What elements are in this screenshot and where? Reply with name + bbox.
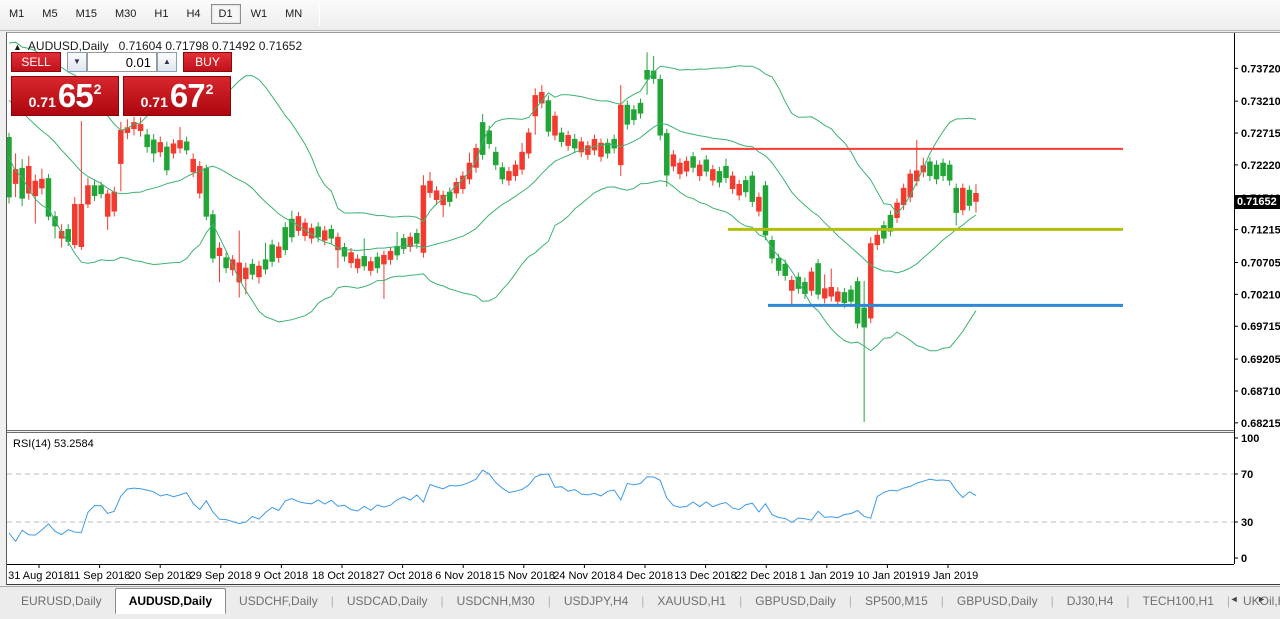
volume-decrement-button[interactable]: ▼ [67,52,87,72]
tab-tech100-h1[interactable]: TECH100,H1 [1130,590,1227,613]
buy-price-prefix: 0.71 [140,94,168,110]
axis-label: 0.73720 [1241,63,1280,75]
axis-label: 9 Oct 2018 [254,570,308,582]
volume-input[interactable]: 0.01 [87,52,157,72]
axis-label: 0.70705 [1241,257,1280,269]
tab-scroll-arrows[interactable]: ◄ ► [1230,594,1274,604]
tab-xauusd-h1[interactable]: XAUUSD,H1 [644,590,739,613]
axis-label: 27 Oct 2018 [373,570,433,582]
tab-gbpusd-daily[interactable]: GBPUSD,Daily [944,590,1051,613]
sell-price-prefix: 0.71 [28,94,56,110]
tab-audusd-daily[interactable]: AUDUSD,Daily [114,588,227,614]
chart-tab-bar: EURUSD,Daily AUDUSD,Daily USDCHF,Daily | USD… [0,586,1280,619]
chart-window[interactable]: 0.737200.732100.727150.722200.717100.712… [6,32,1280,585]
current-price-tag: 0.71652 [1234,195,1280,209]
axis-label: 0.72220 [1241,160,1280,172]
chevron-down-icon: ▼ [73,57,81,66]
axis-label: 100 [1241,433,1259,445]
axis-label: 70 [1241,469,1253,481]
axis-label: 0.71215 [1241,225,1280,237]
one-click-trading-panel: SELL ▼ 0.01 ▲ BUY 0.71 65 2 0.71 67 2 [11,50,232,145]
tab-usdcad-daily[interactable]: USDCAD,Daily [334,590,441,613]
sell-price-pips: 65 [57,77,94,114]
axis-label: 1 Jan 2019 [800,570,854,582]
timeframe-button-m30[interactable]: M30 [107,4,144,24]
buy-price-point: 2 [205,81,214,97]
tab-eurusd-daily[interactable]: EURUSD,Daily [8,590,115,613]
chevron-up-icon: ▲ [163,57,171,66]
sell-price-display[interactable]: 0.71 65 2 [11,76,119,116]
axis-label: 0.68710 [1241,386,1280,398]
toolbar-separator [319,4,321,26]
timeframe-button-m15[interactable]: M15 [68,4,105,24]
timeframe-button-mn[interactable]: MN [277,4,310,24]
axis-label: 15 Nov 2018 [493,570,555,582]
axis-label: 29 Sep 2018 [190,570,252,582]
axis-label: 0.72715 [1241,128,1280,140]
axis-label: 13 Dec 2018 [674,570,736,582]
chart-tabs: EURUSD,Daily AUDUSD,Daily USDCHF,Daily | USD… [8,588,1280,614]
tab-usdjpy-h4[interactable]: USDJPY,H4 [551,590,641,613]
timeframe-button-d1[interactable]: D1 [210,4,241,24]
axis-label: 24 Nov 2018 [553,570,615,582]
timeframe-button-h4[interactable]: H4 [178,4,208,24]
timeframe-button-w1[interactable]: W1 [243,4,276,24]
rsi-indicator-label: RSI(14) 53.2584 [13,438,94,450]
buy-price-pips: 67 [169,77,206,114]
sell-button[interactable]: SELL [11,52,61,72]
axis-label: 0.69715 [1241,321,1280,333]
axis-label: 31 Aug 2018 [8,570,70,582]
axis-label: 18 Oct 2018 [312,570,372,582]
axis-label: 11 Sep 2018 [69,570,131,582]
tab-usdcnh-m30[interactable]: USDCNH,M30 [444,590,548,613]
timeframe-toolbar: M1 M5 M15 M30 H1 H4 D1 W1 MN [0,0,1280,31]
tab-usdchf-daily[interactable]: USDCHF,Daily [226,590,331,613]
axis-label: 19 Jan 2019 [918,570,979,582]
axis-label: 22 Dec 2018 [735,570,797,582]
timeframe-button-m5[interactable]: M5 [34,4,65,24]
sell-price-point: 2 [93,81,102,97]
buy-price-display[interactable]: 0.71 67 2 [123,76,231,116]
axis-label: 4 Dec 2018 [617,570,673,582]
tab-gbpusd-daily[interactable]: GBPUSD,Daily [742,590,849,613]
timeframe-button-m1[interactable]: M1 [1,4,32,24]
axis-label: 0.68215 [1241,418,1280,430]
buy-button[interactable]: BUY [183,52,232,72]
tab-dj30-h4[interactable]: DJ30,H4 [1054,590,1127,613]
tab-sp500-m15[interactable]: SP500,M15 [852,590,941,613]
axis-label: 6 Nov 2018 [435,570,491,582]
volume-increment-button[interactable]: ▲ [157,52,177,72]
axis-label: 30 [1241,517,1253,529]
timeframe-button-h1[interactable]: H1 [146,4,176,24]
axis-label: 0 [1241,553,1247,565]
trade-controls-row: SELL ▼ 0.01 ▲ BUY [11,52,232,72]
axis-label: 0.69205 [1241,354,1280,366]
axis-label: 0.70210 [1241,289,1280,301]
axis-label: 20 Sep 2018 [129,570,191,582]
axis-label: 10 Jan 2019 [857,570,918,582]
axis-label: 0.73210 [1241,96,1280,108]
